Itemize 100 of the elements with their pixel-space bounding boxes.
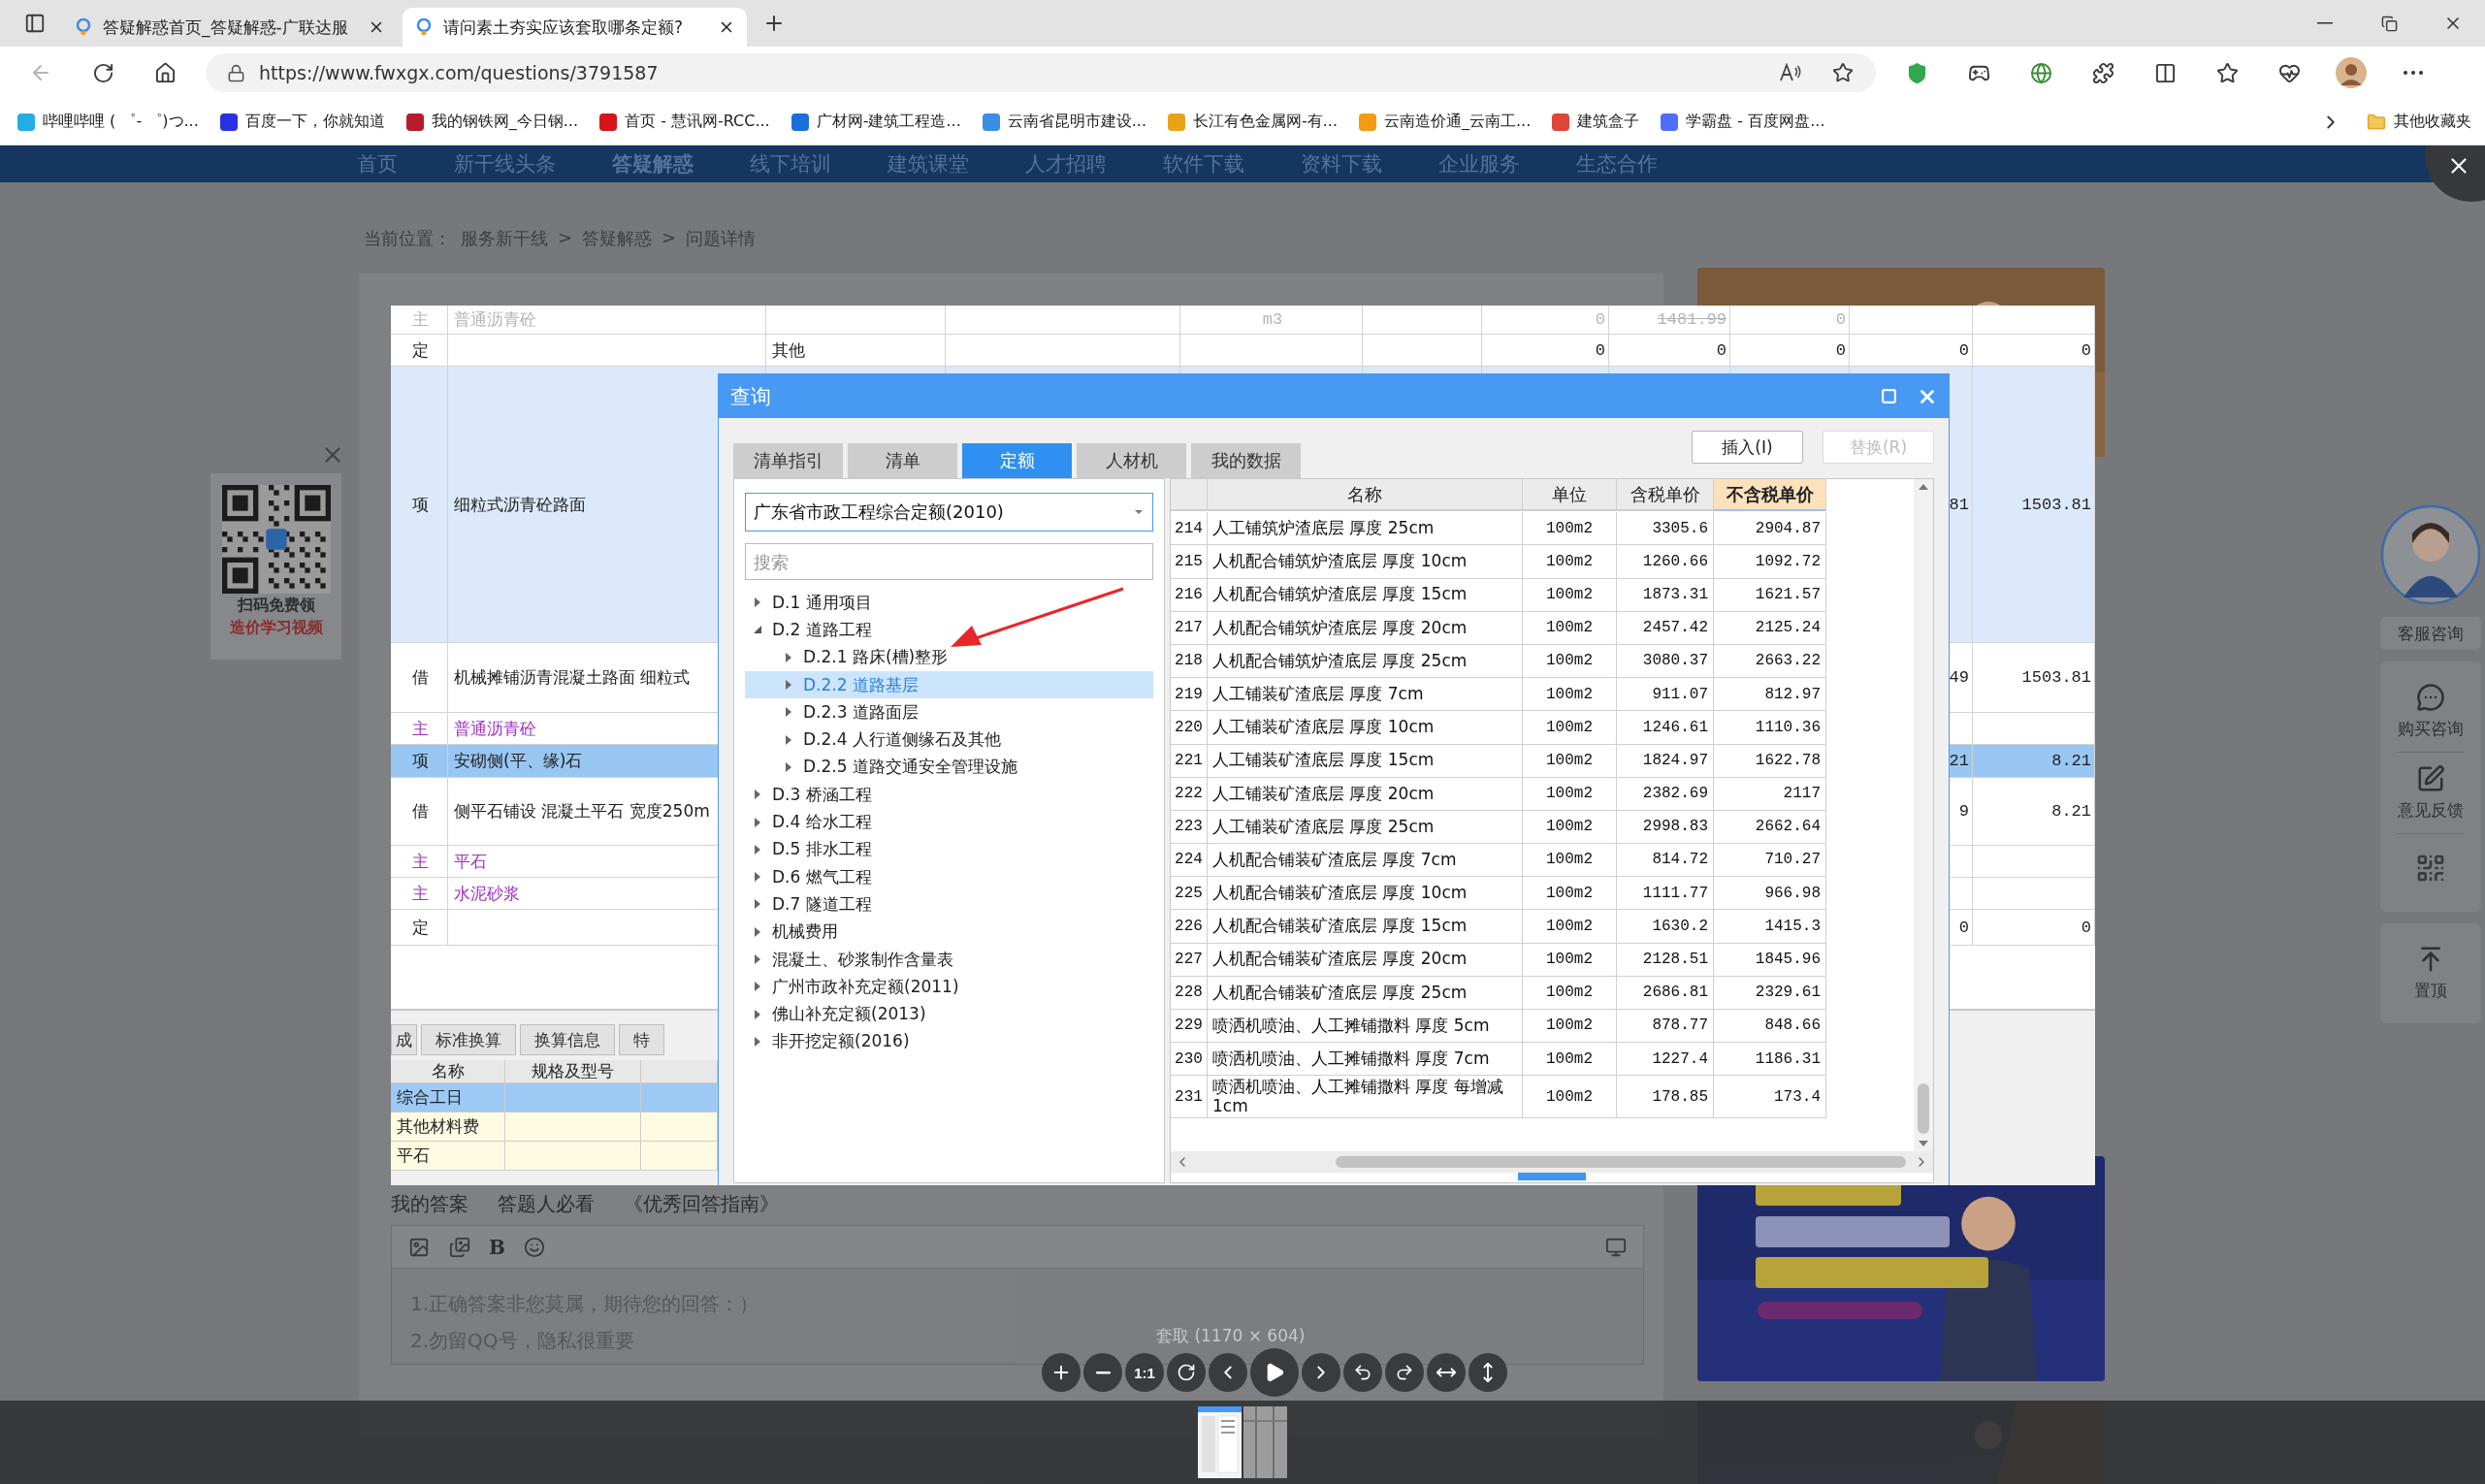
row-number: 216 bbox=[1171, 578, 1208, 612]
edit-icon bbox=[2416, 764, 2445, 793]
bookmark-link[interactable]: 云南省昆明市建设... bbox=[982, 112, 1146, 132]
column-header[interactable]: 不含税单价 bbox=[1714, 479, 1826, 511]
table-cell: 人机配合铺筑炉渣底层 厚度 25cm bbox=[1208, 644, 1523, 679]
tab[interactable]: 我的数据 bbox=[1191, 443, 1301, 478]
guide-link[interactable]: 《优秀回答指南》 bbox=[624, 1191, 779, 1217]
section-title: 我的答案 bbox=[391, 1191, 468, 1217]
table-cell: 人机配合铺装矿渣底层 厚度 7cm bbox=[1208, 844, 1523, 878]
table-cell: 2125.24 bbox=[1714, 611, 1826, 645]
insert-button[interactable]: 插入(I) bbox=[1692, 431, 1803, 464]
table-cell: 911.07 bbox=[1617, 678, 1714, 712]
row-number: 218 bbox=[1171, 644, 1208, 679]
maximize-icon bbox=[1880, 388, 1897, 404]
table-cell: 2457.42 bbox=[1617, 611, 1714, 645]
tree-item[interactable]: 非开挖定额(2016) bbox=[745, 1027, 1153, 1056]
table-cell: 100m2 bbox=[1523, 910, 1617, 944]
tree-item[interactable]: 混凝土、砂浆制作含量表 bbox=[745, 945, 1153, 974]
bookmark-link[interactable]: 学霸盘 - 百度网盘... bbox=[1661, 112, 1825, 132]
scrollbar-thumb[interactable] bbox=[1336, 1156, 1906, 1168]
table-row[interactable]: 平石 bbox=[391, 1142, 718, 1171]
breadcrumb-label: 当前位置： bbox=[364, 227, 451, 250]
folder-icon bbox=[2367, 112, 2386, 132]
horizontal-scrollbar[interactable] bbox=[1171, 1151, 1933, 1173]
column-header[interactable]: 含税单价 bbox=[1617, 479, 1714, 511]
library-select[interactable]: 广东省市政工程综合定额(2010) bbox=[745, 493, 1153, 532]
browser-tab[interactable]: 请问素土夯实应该套取哪条定额? bbox=[403, 8, 747, 47]
bookmark-link[interactable]: 百度一下，你就知道 bbox=[219, 112, 385, 132]
row-number: 223 bbox=[1171, 810, 1208, 845]
bookmark-link[interactable]: 广材网-建筑工程造... bbox=[791, 112, 961, 132]
undo-icon bbox=[1353, 1363, 1372, 1382]
bookmark-folder[interactable]: 其他收藏夹 bbox=[2367, 112, 2471, 132]
scroll-up-icon[interactable] bbox=[1918, 483, 1929, 491]
table-row[interactable]: 其他材料费 bbox=[391, 1113, 718, 1142]
table-cell: 1873.31 bbox=[1617, 578, 1714, 612]
minus-icon bbox=[1095, 1371, 1111, 1374]
table-cell: 喷洒机喷油、人工摊铺撒料 厚度 5cm bbox=[1208, 1010, 1523, 1044]
tab[interactable]: 标准换算 bbox=[421, 1024, 516, 1055]
panel-icon bbox=[24, 13, 46, 34]
table-cell: 1111.77 bbox=[1617, 877, 1714, 911]
tree-item[interactable]: 机械费用 bbox=[745, 918, 1153, 946]
table-cell: 人工铺装矿渣底层 厚度 7cm bbox=[1208, 678, 1523, 712]
browser-tab[interactable]: 答疑解惑首页_答疑解惑-广联达服 bbox=[62, 8, 397, 47]
tab[interactable]: 特 bbox=[619, 1024, 664, 1055]
vertical-scrollbar[interactable] bbox=[1914, 479, 1933, 1151]
row-number: 229 bbox=[1171, 1010, 1208, 1044]
redo-icon bbox=[1395, 1363, 1414, 1382]
table-cell: 100m2 bbox=[1523, 1043, 1617, 1077]
bookmark-link[interactable]: 我的钢铁网_今日钢... bbox=[405, 112, 579, 132]
row-type-cell: 定 bbox=[391, 910, 448, 946]
tab[interactable]: 清单指引 bbox=[733, 443, 843, 478]
tree-item[interactable]: 佛山补充定额(2013) bbox=[745, 1000, 1153, 1028]
service-label: 客服咨询 bbox=[2380, 617, 2481, 650]
splitter-handle[interactable] bbox=[1518, 1173, 1586, 1180]
table-cell: 2998.83 bbox=[1617, 810, 1714, 845]
scrollbar-thumb[interactable] bbox=[1918, 1083, 1929, 1134]
table-cell: 2329.61 bbox=[1714, 976, 1826, 1010]
row-number: 226 bbox=[1171, 910, 1208, 944]
qr-code-icon bbox=[2415, 853, 2446, 884]
table-cell: 1621.57 bbox=[1714, 578, 1826, 612]
scroll-down-icon[interactable] bbox=[1918, 1140, 1929, 1147]
table-cell: 100m2 bbox=[1523, 744, 1617, 778]
table-cell: 人机配合铺筑炉渣底层 厚度 15cm bbox=[1208, 578, 1523, 612]
tab[interactable]: 换算信息 bbox=[520, 1024, 615, 1055]
hint-text: 答题人必看 bbox=[498, 1191, 595, 1217]
table-cell: 1260.66 bbox=[1617, 545, 1714, 579]
table-cell: 人机配合铺筑炉渣底层 厚度 20cm bbox=[1208, 611, 1523, 645]
breadcrumb-separator: > bbox=[558, 227, 573, 249]
column-header[interactable]: 名称 bbox=[1208, 479, 1523, 511]
tab[interactable]: 成 bbox=[391, 1024, 417, 1055]
bookmark-link[interactable]: 首页 - 慧讯网-RCC... bbox=[599, 112, 770, 132]
row-number: 214 bbox=[1171, 512, 1208, 546]
bold-button[interactable]: B bbox=[487, 1235, 507, 1259]
bookmark-link[interactable]: 建筑盒子 bbox=[1552, 112, 1640, 132]
bookmark-link[interactable]: 哔哩哔哩 ( ゜- ゜)つ... bbox=[17, 112, 199, 132]
search-field[interactable]: 搜索 bbox=[745, 543, 1153, 580]
table-cell: 1092.72 bbox=[1714, 545, 1826, 579]
column-header[interactable]: 单位 bbox=[1523, 479, 1617, 511]
table-cell: 1246.61 bbox=[1617, 711, 1714, 745]
tree-item[interactable]: 广州市政补充定额(2011) bbox=[745, 973, 1153, 1001]
bookmark-link[interactable]: 长江有色金属网-有... bbox=[1168, 112, 1338, 132]
table-row[interactable]: 定 其他 0 0 0 0 0 bbox=[391, 335, 2095, 367]
refresh-icon bbox=[1177, 1363, 1196, 1382]
refresh-icon bbox=[91, 61, 114, 84]
row-number: 224 bbox=[1171, 844, 1208, 878]
table-cell: 878.77 bbox=[1617, 1010, 1714, 1044]
table-row[interactable]: 综合工日 bbox=[391, 1083, 718, 1113]
table-cell: 人工铺装矿渣底层 厚度 10cm bbox=[1208, 711, 1523, 745]
table-cell: 100m2 bbox=[1523, 1010, 1617, 1044]
table-cell: 1227.4 bbox=[1617, 1043, 1714, 1077]
tab[interactable]: 清单 bbox=[848, 443, 957, 478]
row-number: 219 bbox=[1171, 678, 1208, 712]
table-cell: 2663.22 bbox=[1714, 644, 1826, 679]
row-number: 227 bbox=[1171, 943, 1208, 977]
table-cell: 100m2 bbox=[1523, 976, 1617, 1010]
tab[interactable]: 人材机 bbox=[1077, 443, 1186, 478]
table-cell: 平石 bbox=[391, 1142, 505, 1171]
images-icon bbox=[449, 1236, 470, 1258]
table-cell: 0 bbox=[1973, 910, 2095, 946]
bookmark-link[interactable]: 云南造价通_云南工... bbox=[1359, 112, 1532, 132]
